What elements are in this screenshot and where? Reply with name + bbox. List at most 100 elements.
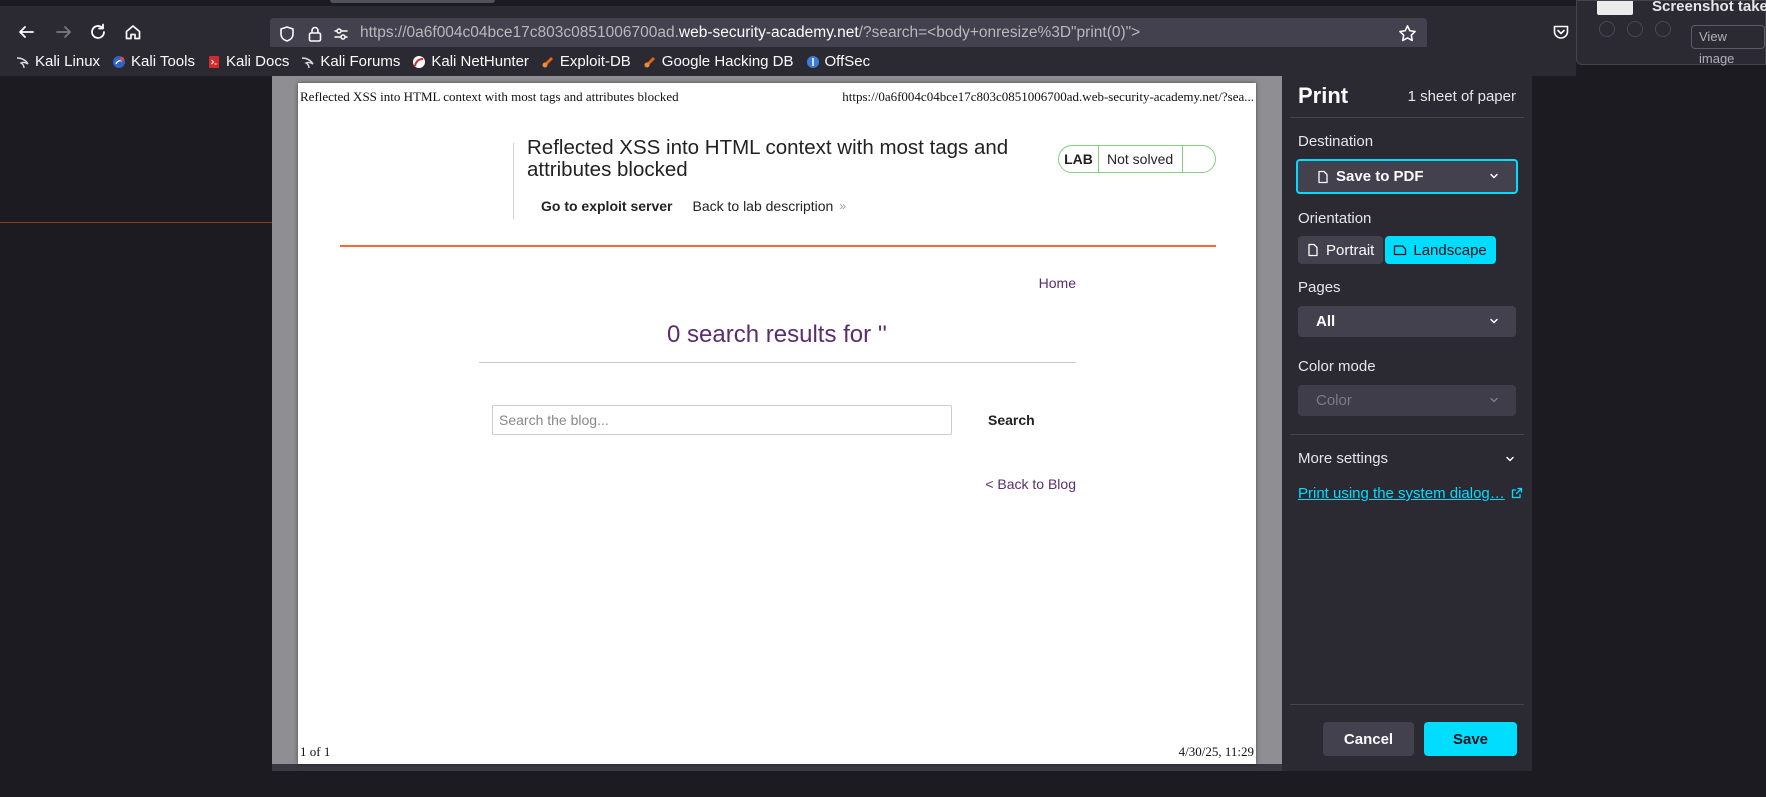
page-footer-date: 4/30/25, 11:29 bbox=[1178, 744, 1254, 759]
view-image-button[interactable]: View image bbox=[1691, 25, 1765, 66]
screenshot-action-icon[interactable] bbox=[1655, 21, 1671, 37]
back-to-blog-link[interactable]: < Back to Blog bbox=[985, 476, 1076, 492]
home-link[interactable]: Home bbox=[1039, 275, 1076, 291]
preview-sheet: Reflected XSS into HTML context with mos… bbox=[298, 83, 1256, 764]
landscape-option[interactable]: Landscape bbox=[1385, 236, 1496, 264]
landscape-label: Landscape bbox=[1413, 241, 1487, 259]
blog-search-input[interactable]: Search the blog... bbox=[492, 405, 952, 435]
exploit-server-link[interactable]: Go to exploit server bbox=[541, 198, 672, 214]
orientation-label: Orientation bbox=[1298, 210, 1372, 227]
lab-title: Reflected XSS into HTML context with mos… bbox=[527, 136, 1009, 181]
print-title: Print bbox=[1298, 83, 1349, 108]
header-rule bbox=[340, 245, 1216, 247]
shield-icon[interactable] bbox=[278, 25, 296, 43]
destination-select[interactable]: Save to PDF bbox=[1296, 159, 1518, 194]
url-text[interactable]: https://0a6f004c04bce17c803c0851006700ad… bbox=[360, 24, 1140, 42]
screenshot-action-icon[interactable] bbox=[1599, 21, 1615, 37]
bookmark-label: Kali Tools bbox=[131, 53, 195, 70]
lab-status: Not solved bbox=[1099, 146, 1183, 172]
kali-docs-icon bbox=[207, 55, 221, 69]
lab-links: Go to exploit server Back to lab descrip… bbox=[541, 198, 846, 214]
pages-value: All bbox=[1316, 313, 1336, 330]
search-results-heading: 0 search results for '' bbox=[667, 321, 887, 348]
lab-header-divider bbox=[513, 143, 514, 219]
page-header-url: https://0a6f004c04bce17c803c0851006700ad… bbox=[842, 89, 1254, 104]
bookmark-offsec[interactable]: OffSec bbox=[806, 53, 871, 70]
offsec-icon bbox=[806, 55, 820, 69]
cancel-button[interactable]: Cancel bbox=[1323, 722, 1414, 756]
page-footer-number: 1 of 1 bbox=[300, 744, 331, 759]
bookmark-kali-linux[interactable]: Kali Linux bbox=[16, 53, 100, 70]
system-dialog-label: Print using the system dialog… bbox=[1298, 485, 1505, 502]
panel-divider bbox=[1290, 117, 1524, 118]
back-button[interactable] bbox=[10, 16, 42, 48]
portrait-label: Portrait bbox=[1326, 241, 1375, 259]
screenshot-notification: Screenshot taken View image bbox=[1576, 0, 1766, 66]
document-icon bbox=[1318, 170, 1328, 183]
print-settings-panel: Print 1 sheet of paper Destination Save … bbox=[1282, 76, 1532, 771]
destination-label: Destination bbox=[1298, 133, 1374, 150]
forward-button[interactable] bbox=[48, 16, 80, 48]
color-mode-select[interactable]: Color bbox=[1298, 385, 1516, 416]
kali-dragon-icon bbox=[16, 55, 30, 69]
home-button[interactable] bbox=[117, 16, 149, 48]
url-domain: web-security-academy.net bbox=[678, 24, 859, 41]
back-to-description-link[interactable]: Back to lab description bbox=[692, 198, 833, 214]
bookmark-kali-forums[interactable]: Kali Forums bbox=[301, 53, 400, 70]
preview-margin bbox=[1256, 76, 1282, 764]
more-settings-label: More settings bbox=[1298, 450, 1389, 467]
active-tab-indicator[interactable] bbox=[330, 0, 495, 3]
bookmark-label: OffSec bbox=[824, 53, 871, 70]
pages-label: Pages bbox=[1298, 279, 1341, 296]
pages-select[interactable]: All bbox=[1298, 306, 1516, 337]
screenshot-action-icon[interactable] bbox=[1627, 21, 1643, 37]
external-link-icon bbox=[1511, 487, 1522, 499]
bookmark-google-hacking-db[interactable]: Google Hacking DB bbox=[643, 53, 794, 70]
bookmark-kali-tools[interactable]: Kali Tools bbox=[112, 53, 195, 70]
kali-tools-icon bbox=[112, 55, 126, 69]
url-bar[interactable]: https://0a6f004c04bce17c803c0851006700ad… bbox=[270, 18, 1427, 49]
bookmark-label: Kali NetHunter bbox=[431, 53, 529, 70]
bookmark-label: Kali Docs bbox=[225, 53, 290, 70]
preview-margin bbox=[272, 76, 298, 764]
bookmark-star-icon[interactable] bbox=[1398, 24, 1417, 43]
chevron-down-icon bbox=[1490, 397, 1498, 403]
site-permissions-icon[interactable] bbox=[332, 25, 350, 43]
background-page bbox=[1532, 76, 1766, 797]
bookmark-label: Kali Forums bbox=[320, 53, 401, 70]
notification-title: Screenshot taken bbox=[1652, 0, 1766, 15]
bookmarks-toolbar: Kali Linux Kali Tools Kali Docs Kali For… bbox=[0, 47, 1576, 76]
kali-dragon-icon bbox=[301, 55, 315, 69]
navigation-toolbar: https://0a6f004c04bce17c803c0851006700ad… bbox=[0, 6, 1766, 49]
search-button[interactable]: Search bbox=[988, 412, 1035, 428]
arrow-right-icon bbox=[56, 26, 71, 38]
orientation-toggle: Portrait Landscape bbox=[1298, 236, 1496, 264]
save-button[interactable]: Save bbox=[1424, 722, 1517, 756]
destination-value: Save to PDF bbox=[1336, 168, 1424, 185]
portrait-option[interactable]: Portrait bbox=[1298, 236, 1384, 264]
bookmark-kali-nethunter[interactable]: Kali NetHunter bbox=[412, 53, 529, 70]
nethunter-icon bbox=[412, 55, 426, 69]
bookmark-exploit-db[interactable]: Exploit-DB bbox=[541, 53, 631, 70]
reload-icon bbox=[91, 23, 105, 39]
screenshot-thumbnail[interactable] bbox=[1597, 1, 1633, 15]
panel-divider bbox=[1290, 704, 1524, 705]
preview-margin bbox=[272, 76, 1282, 83]
landscape-page-icon bbox=[1394, 245, 1407, 256]
chevron-down-icon bbox=[1490, 318, 1498, 324]
bookmark-label: Exploit-DB bbox=[559, 53, 631, 70]
lock-icon[interactable] bbox=[306, 25, 324, 43]
color-mode-value: Color bbox=[1316, 392, 1352, 409]
url-suffix: /?search=<body+onresize%3D"print(0)"> bbox=[858, 24, 1141, 41]
bookmark-kali-docs[interactable]: Kali Docs bbox=[207, 53, 289, 70]
panel-divider bbox=[1290, 434, 1524, 435]
home-icon bbox=[125, 25, 141, 40]
chevron-right-icon: » bbox=[839, 199, 847, 213]
reload-button[interactable] bbox=[82, 16, 114, 48]
sheet-count: 1 sheet of paper bbox=[1407, 88, 1516, 105]
exploit-db-icon bbox=[541, 55, 555, 69]
bookmark-label: Google Hacking DB bbox=[661, 53, 794, 70]
more-settings-toggle[interactable]: More settings bbox=[1298, 450, 1516, 467]
system-dialog-link[interactable]: Print using the system dialog… bbox=[1298, 485, 1523, 502]
pocket-icon[interactable] bbox=[1552, 23, 1570, 41]
